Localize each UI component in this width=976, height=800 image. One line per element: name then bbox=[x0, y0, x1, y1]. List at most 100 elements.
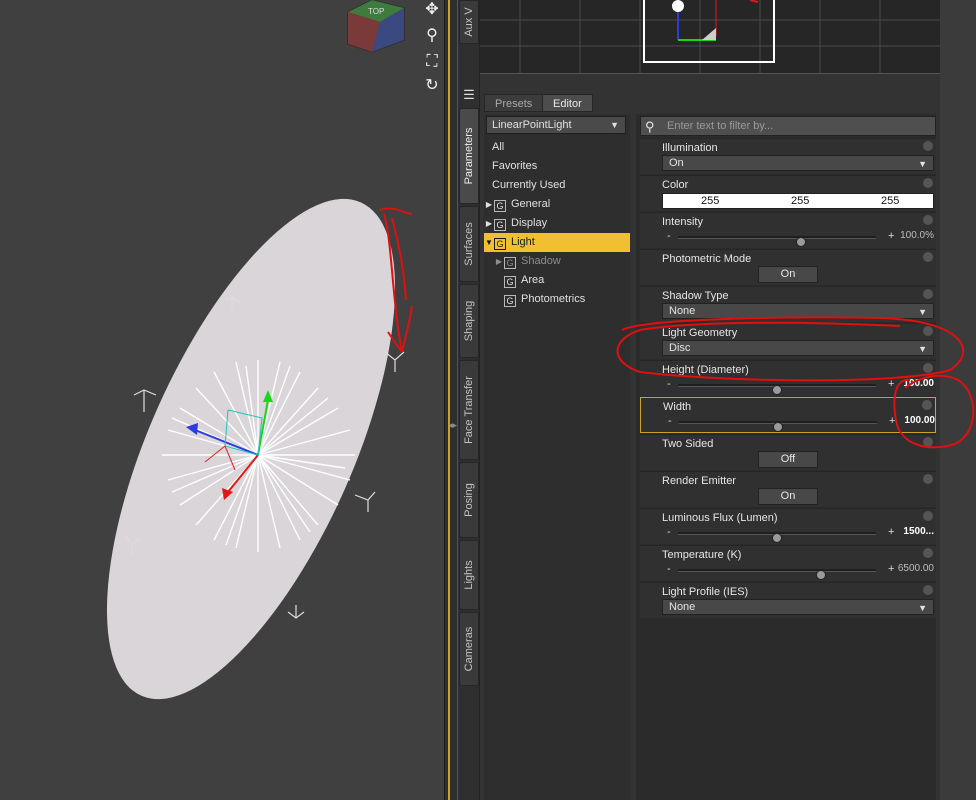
gear-icon[interactable] bbox=[923, 178, 933, 188]
light-profile-dropdown[interactable]: None ▼ bbox=[662, 599, 934, 615]
prop-light-geometry: Light Geometry Disc ▼ bbox=[640, 323, 936, 359]
increment-icon[interactable]: + bbox=[888, 230, 894, 242]
slider-track[interactable] bbox=[678, 236, 876, 247]
frame-icon[interactable]: ⛶ bbox=[422, 52, 442, 72]
property-list: ⚲ Illumination On▼ Color 255 255 255 Int… bbox=[636, 114, 936, 800]
expand-arrow-icon[interactable]: ▶ bbox=[484, 195, 494, 214]
slider-track[interactable] bbox=[678, 532, 876, 543]
decrement-icon[interactable]: - bbox=[667, 378, 671, 390]
increment-icon[interactable]: + bbox=[888, 378, 894, 390]
photometric-mode-toggle[interactable]: On bbox=[758, 266, 818, 283]
gear-icon[interactable] bbox=[923, 585, 933, 595]
view-cube: TOP bbox=[347, 0, 405, 53]
tab-posing[interactable]: Posing bbox=[459, 462, 479, 538]
slider-track[interactable] bbox=[679, 421, 877, 432]
height-slider[interactable]: - +100.00 bbox=[662, 378, 934, 395]
parameters-pane: Presets Editor LinearPointLight ▼ All Fav… bbox=[480, 74, 940, 800]
decrement-icon[interactable]: - bbox=[667, 563, 671, 575]
tree-item-light[interactable]: ▼ G Light bbox=[484, 233, 630, 252]
filter-input[interactable] bbox=[665, 118, 933, 134]
prop-intensity: Intensity - +100.0% bbox=[640, 212, 936, 248]
tree-item-area[interactable]: G Area bbox=[484, 271, 630, 290]
decrement-icon[interactable]: - bbox=[667, 230, 671, 242]
gear-icon[interactable] bbox=[922, 400, 932, 410]
gear-icon[interactable] bbox=[923, 548, 933, 558]
color-green-value: 255 bbox=[791, 195, 810, 207]
gear-icon[interactable] bbox=[923, 326, 933, 336]
gear-icon[interactable] bbox=[923, 437, 933, 447]
tree-item-photometrics[interactable]: G Photometrics bbox=[484, 290, 630, 309]
tab-aux-viewport[interactable]: Aux V bbox=[459, 0, 479, 44]
zoom-icon[interactable]: ⚲ bbox=[422, 26, 442, 46]
slider-knob[interactable] bbox=[815, 570, 826, 580]
slider-knob[interactable] bbox=[772, 385, 782, 395]
width-slider[interactable]: - +100.00 bbox=[663, 415, 935, 432]
temperature-slider[interactable]: - +6500.00 bbox=[662, 563, 934, 580]
prop-illumination: Illumination On ▼ bbox=[640, 138, 936, 174]
prop-luminous-flux: Luminous Flux (Lumen) - +1500... bbox=[640, 508, 936, 544]
tree-item-general[interactable]: ▶ G General bbox=[484, 195, 630, 214]
slider-knob[interactable] bbox=[795, 237, 806, 247]
3d-viewport[interactable]: TOP ✥ ⚲ ⛶ ↻ bbox=[0, 0, 444, 800]
pane-menu-icon[interactable]: ☰ bbox=[461, 88, 477, 102]
collapse-arrow-icon[interactable]: ▼ bbox=[484, 233, 494, 252]
node-selector[interactable]: LinearPointLight ▼ bbox=[486, 116, 626, 134]
intensity-slider[interactable]: - +100.0% bbox=[662, 230, 934, 247]
increment-icon[interactable]: + bbox=[888, 563, 894, 575]
decrement-icon[interactable]: - bbox=[668, 415, 672, 427]
prop-width: Width - +100.00 bbox=[640, 397, 936, 433]
gear-icon[interactable] bbox=[923, 252, 933, 262]
prop-photometric-mode: Photometric Mode On bbox=[640, 249, 936, 285]
tree-item-display[interactable]: ▶ G Display bbox=[484, 214, 630, 233]
viewport-tools: ✥ ⚲ ⛶ ↻ bbox=[420, 0, 444, 100]
render-emitter-toggle[interactable]: On bbox=[758, 488, 818, 505]
side-tab-strip: Aux V ☰ Parameters Surfaces Shaping Face… bbox=[458, 0, 480, 800]
light-geometry-dropdown[interactable]: Disc ▼ bbox=[662, 340, 934, 356]
slider-track[interactable] bbox=[678, 384, 876, 395]
increment-icon[interactable]: + bbox=[889, 415, 895, 427]
tab-cameras[interactable]: Cameras bbox=[459, 612, 479, 686]
decrement-icon[interactable]: - bbox=[667, 526, 671, 538]
pane-divider[interactable]: ◂▸ bbox=[444, 0, 458, 800]
viewport-scene: TOP bbox=[106, 0, 405, 700]
luminous-flux-slider[interactable]: - +1500... bbox=[662, 526, 934, 543]
prop-height: Height (Diameter) - +100.00 bbox=[640, 360, 936, 396]
expand-arrow-icon[interactable]: ▶ bbox=[484, 214, 494, 233]
tab-editor[interactable]: Editor bbox=[542, 94, 593, 112]
move-icon[interactable]: ✥ bbox=[422, 0, 442, 20]
gear-icon[interactable] bbox=[923, 474, 933, 484]
slider-knob[interactable] bbox=[772, 533, 782, 543]
chevron-down-icon: ▼ bbox=[918, 307, 927, 317]
tab-surfaces[interactable]: Surfaces bbox=[459, 206, 479, 282]
tree-item-all[interactable]: All bbox=[484, 138, 630, 157]
aux-viewport[interactable] bbox=[480, 0, 940, 74]
tab-parameters[interactable]: Parameters bbox=[459, 108, 479, 204]
aux-viewport-scene bbox=[480, 0, 940, 73]
shadow-type-dropdown[interactable]: None ▼ bbox=[662, 303, 934, 319]
tree-item-shadow[interactable]: ▶ G Shadow bbox=[484, 252, 630, 271]
two-sided-toggle[interactable]: Off bbox=[758, 451, 818, 468]
illumination-dropdown[interactable]: On ▼ bbox=[662, 155, 934, 171]
color-swatch[interactable]: 255 255 255 bbox=[662, 193, 934, 209]
slider-knob[interactable] bbox=[773, 422, 783, 432]
group-icon: G bbox=[504, 295, 516, 307]
tab-lights[interactable]: Lights bbox=[459, 540, 479, 610]
group-icon: G bbox=[494, 219, 506, 231]
tree-item-currently-used[interactable]: Currently Used bbox=[484, 176, 630, 195]
tree-item-favorites[interactable]: Favorites bbox=[484, 157, 630, 176]
tab-presets[interactable]: Presets bbox=[484, 94, 544, 112]
tab-shaping[interactable]: Shaping bbox=[459, 284, 479, 358]
orbit-icon[interactable]: ↻ bbox=[422, 76, 442, 96]
gear-icon[interactable] bbox=[923, 363, 933, 373]
chevron-down-icon: ▼ bbox=[918, 603, 927, 613]
gear-icon[interactable] bbox=[923, 289, 933, 299]
increment-icon[interactable]: + bbox=[888, 526, 894, 538]
search-icon: ⚲ bbox=[645, 119, 655, 134]
gear-icon[interactable] bbox=[923, 215, 933, 225]
prop-shadow-type: Shadow Type None ▼ bbox=[640, 286, 936, 322]
gear-icon[interactable] bbox=[923, 511, 933, 521]
tab-face-transfer[interactable]: Face Transfer bbox=[459, 360, 479, 460]
expand-arrow-icon[interactable]: ▶ bbox=[494, 252, 504, 271]
gear-icon[interactable] bbox=[923, 141, 933, 151]
slider-track[interactable] bbox=[678, 569, 876, 580]
